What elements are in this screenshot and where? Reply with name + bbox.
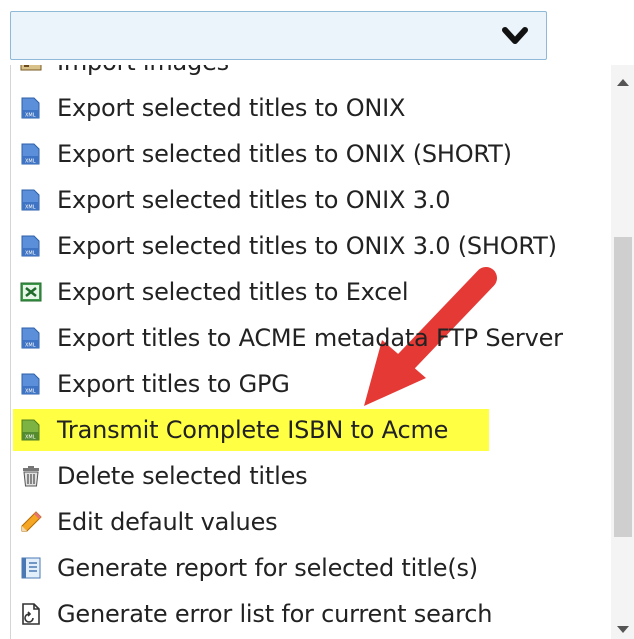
menu-item-import-images[interactable]: Import images <box>11 65 611 85</box>
menu-item-export-onix-short[interactable]: XML Export selected titles to ONIX (SHOR… <box>11 131 611 177</box>
menu-item-label: Export selected titles to ONIX (SHORT) <box>57 140 512 168</box>
report-icon <box>19 556 43 580</box>
xml-file-icon: XML <box>19 326 43 350</box>
menu-item-export-gpg[interactable]: XML Export titles to GPG <box>11 361 611 407</box>
vertical-scrollbar[interactable] <box>611 65 634 639</box>
pencil-icon <box>19 510 43 534</box>
menu-item-label: Export selected titles to Excel <box>57 278 409 306</box>
menu-item-export-onix-3-short[interactable]: XML Export selected titles to ONIX 3.0 (… <box>11 223 611 269</box>
svg-text:XML: XML <box>25 113 36 119</box>
error-list-icon <box>19 602 43 626</box>
scrollbar-thumb[interactable] <box>614 237 632 537</box>
menu-item-edit-defaults[interactable]: Edit default values <box>11 499 611 545</box>
xml-file-icon: XML <box>19 372 43 396</box>
menu-item-generate-report[interactable]: Generate report for selected title(s) <box>11 545 611 591</box>
menu-item-label: Delete selected titles <box>57 462 308 490</box>
menu-item-label: Export titles to ACME metadata FTP Serve… <box>57 324 563 352</box>
menu-item-delete-titles[interactable]: Delete selected titles <box>11 453 611 499</box>
scroll-up-arrow-icon[interactable] <box>617 79 629 86</box>
menu-item-label: Edit default values <box>57 508 278 536</box>
svg-text:XML: XML <box>25 205 36 211</box>
svg-text:XML: XML <box>25 435 36 441</box>
xml-file-icon: XML <box>19 142 43 166</box>
menu-item-label: Generate error list for current search <box>57 600 493 628</box>
menu-items: Import images XML Export selected titles… <box>11 65 611 637</box>
menu-item-export-acme-ftp[interactable]: XML Export titles to ACME metadata FTP S… <box>11 315 611 361</box>
menu-item-export-onix-3[interactable]: XML Export selected titles to ONIX 3.0 <box>11 177 611 223</box>
trash-icon <box>19 464 43 488</box>
svg-text:XML: XML <box>25 159 36 165</box>
scroll-down-arrow-icon[interactable] <box>617 626 629 633</box>
svg-text:XML: XML <box>25 251 36 257</box>
menu-item-label: Export selected titles to ONIX 3.0 <box>57 186 451 214</box>
menu-item-label: Generate report for selected title(s) <box>57 554 478 582</box>
chevron-down-icon[interactable] <box>500 23 530 49</box>
xml-file-icon: XML <box>19 188 43 212</box>
menu-item-label: Export selected titles to ONIX 3.0 (SHOR… <box>57 232 557 260</box>
action-select[interactable] <box>10 11 547 60</box>
xml-file-icon: XML <box>19 234 43 258</box>
menu-item-label: Export selected titles to ONIX <box>57 94 406 122</box>
menu-item-export-excel[interactable]: Export selected titles to Excel <box>11 269 611 315</box>
svg-text:XML: XML <box>25 343 36 349</box>
menu-item-generate-error-list[interactable]: Generate error list for current search <box>11 591 611 637</box>
image-import-icon <box>19 65 43 74</box>
menu-item-export-onix[interactable]: XML Export selected titles to ONIX <box>11 85 611 131</box>
excel-file-icon <box>19 280 43 304</box>
transmit-file-icon: XML <box>19 418 43 442</box>
menu-item-label: Export titles to GPG <box>57 370 290 398</box>
menu-item-label: Transmit Complete ISBN to Acme <box>57 416 449 444</box>
menu-item-label: Import images <box>57 65 229 76</box>
dropdown-menu: Import images XML Export selected titles… <box>10 65 634 639</box>
svg-text:XML: XML <box>25 389 36 395</box>
menu-item-transmit-isbn[interactable]: XML Transmit Complete ISBN to Acme <box>11 407 611 453</box>
xml-file-icon: XML <box>19 96 43 120</box>
